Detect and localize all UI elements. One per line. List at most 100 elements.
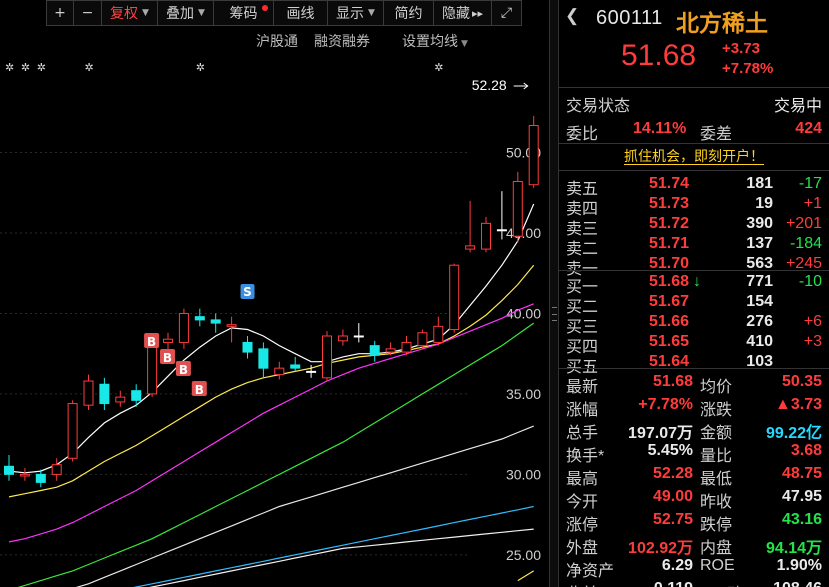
- zoom-in-button[interactable]: +: [46, 0, 74, 26]
- candle-body: [369, 345, 380, 356]
- drag-handle-icon[interactable]: [552, 307, 557, 321]
- star-marker-icon: ✲: [434, 61, 443, 74]
- bid-row[interactable]: 买四 51.65 410 +3: [559, 331, 829, 356]
- candle-body: [385, 348, 396, 353]
- fullscreen-button[interactable]: ⤢: [492, 0, 522, 26]
- stats-row: 净资产 6.29 ROE 1.90%: [559, 555, 829, 580]
- overlay-button[interactable]: 叠加 ▼: [158, 0, 214, 26]
- candle-body: [242, 341, 253, 353]
- ask-row[interactable]: 卖二 51.71 137 -184: [559, 233, 829, 258]
- candle-body: [274, 367, 285, 376]
- stat-value: 6.29: [661, 557, 693, 574]
- high-price-label: 52.28: [472, 77, 507, 93]
- chips-label: 筹码: [229, 6, 258, 22]
- candle-body: [481, 222, 491, 250]
- bid-change: +3: [803, 333, 822, 350]
- stats-row: 外盘 102.92万 内盘 94.14万: [559, 532, 829, 557]
- ask-volume: 19: [755, 195, 773, 212]
- stat-value: 43.16: [781, 511, 822, 528]
- display-button[interactable]: 显示 ▼: [328, 0, 384, 26]
- display-label: 显示: [336, 6, 365, 22]
- chips-button[interactable]: 筹码: [214, 0, 274, 26]
- order-ratio-row: 委比 14.11% 委差 424: [559, 118, 829, 143]
- bid-price: 51.65: [649, 333, 690, 350]
- draw-line-label: 画线: [286, 6, 315, 22]
- ask-row[interactable]: 卖五 51.74 181 -17: [559, 173, 829, 198]
- double-chevron-right-icon: ▸▸: [471, 6, 484, 20]
- bid-volume: 154: [746, 293, 773, 310]
- hide-button[interactable]: 隐藏 ▸▸: [434, 0, 492, 26]
- candle-body: [67, 403, 78, 459]
- moving-average-line: [75, 425, 534, 587]
- kline-chart-pane[interactable]: 50.00 45.00 40.00 35.00 30.00 25.00 ✲ ✲ ✲ ✲ ✲ ✲ B B B B…: [0, 0, 549, 587]
- candle-body: [337, 335, 348, 342]
- open-account-link[interactable]: 抓住机会，即刻开户！: [624, 148, 764, 165]
- kline-chart[interactable]: 50.0045.0040.0035.0030.0025.00✲ ✲ ✲ ✲ ✲ ✲BBBB…: [0, 0, 549, 587]
- candle-body: [433, 325, 444, 343]
- candle-body: [417, 332, 428, 347]
- bid-volume: 410: [746, 333, 773, 350]
- bid-volume: 276: [746, 313, 773, 330]
- ask-change: +1: [803, 195, 822, 212]
- trade-status-label: 交易状态: [566, 98, 631, 115]
- trade-status-row: 交易状态 交易中: [559, 90, 829, 115]
- candle-body: [131, 390, 142, 401]
- stats-row: 最新 51.68 均价 50.35: [559, 371, 829, 396]
- stat-value: 47.95: [781, 488, 822, 505]
- y-tick-label: 25.00: [506, 547, 541, 563]
- candle-body: [226, 324, 237, 327]
- ask-price: 51.74: [649, 175, 690, 192]
- stats-row: 总手 197.07万 金额 99.22亿: [559, 417, 829, 442]
- candle-body: [322, 335, 332, 379]
- open-account-banner[interactable]: 抓住机会，即刻开户！: [559, 146, 829, 170]
- stock-name: 北方稀土: [676, 10, 768, 36]
- ask-volume: 137: [746, 235, 773, 252]
- candle-body: [194, 316, 205, 321]
- adjust-price-button[interactable]: 复权 ▼: [102, 0, 158, 26]
- ask-volume: 390: [746, 215, 773, 232]
- candle-body: [163, 338, 173, 343]
- northbound-link[interactable]: 沪股通: [256, 31, 298, 51]
- bid-change: -10: [798, 273, 822, 290]
- stats-row: 最高 52.28 最低 48.75: [559, 463, 829, 488]
- stat-label: ROE: [700, 557, 735, 574]
- bid-row[interactable]: 买五 51.64 103: [559, 351, 829, 376]
- candle-body: [353, 335, 364, 338]
- stat-value: 0.119: [654, 580, 693, 587]
- zoom-out-label: −: [81, 5, 94, 21]
- candle-body: [210, 319, 221, 324]
- stat-label: PE(动)*: [700, 580, 754, 587]
- margin-trading-link[interactable]: 融资融券: [314, 31, 370, 51]
- candle-body: [290, 364, 301, 369]
- ask-price: 51.71: [649, 235, 690, 252]
- stats-row: 换手* 5.45% 量比 3.68: [559, 440, 829, 465]
- moving-average-line: [517, 570, 535, 582]
- candle-body: [528, 125, 539, 186]
- buy-signal-label: B: [163, 351, 172, 365]
- stock-app: 50.00 45.00 40.00 35.00 30.00 25.00 ✲ ✲ ✲ ✲ ✲ ✲ B B B B…: [0, 0, 829, 587]
- stats-row: 今开 49.00 昨收 47.95: [559, 486, 829, 511]
- order-diff-value: 424: [795, 120, 822, 137]
- chevron-down-icon: ▼: [142, 8, 149, 18]
- draw-line-button[interactable]: 画线: [274, 0, 328, 26]
- bid-row[interactable]: 买一 51.68 ↓ 771 -10: [559, 271, 829, 296]
- bid-row[interactable]: 买三 51.66 276 +6: [559, 311, 829, 336]
- zoom-out-button[interactable]: −: [74, 0, 102, 26]
- stat-label: 收益(一): [566, 580, 625, 587]
- bid-price: 51.68: [649, 273, 690, 290]
- candle-body: [401, 341, 412, 353]
- stat-value: ▲3.73: [775, 396, 822, 413]
- stat-value: 51.68: [652, 373, 693, 390]
- stat-value: 52.75: [652, 511, 693, 528]
- chevron-left-icon[interactable]: ❮: [565, 6, 579, 26]
- ask-row[interactable]: 卖四 51.73 19 +1: [559, 193, 829, 218]
- pane-splitter[interactable]: [549, 0, 559, 587]
- expand-icon: ⤢: [500, 5, 513, 21]
- ma-settings-link[interactable]: 设置均线 ▼: [386, 31, 468, 51]
- ask-row[interactable]: 卖三 51.72 390 +201: [559, 213, 829, 238]
- candle-body: [51, 464, 62, 475]
- simple-button[interactable]: 简约: [384, 0, 434, 26]
- moving-average-line: [8, 303, 534, 543]
- stat-value: 48.75: [781, 465, 822, 482]
- bid-row[interactable]: 买二 51.67 154: [559, 291, 829, 316]
